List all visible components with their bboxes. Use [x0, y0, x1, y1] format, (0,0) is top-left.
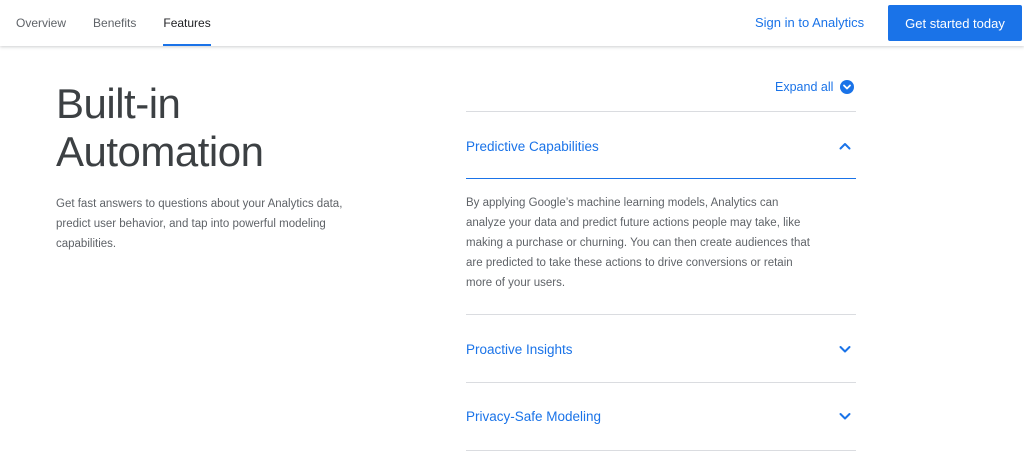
chevron-up-icon — [839, 143, 851, 150]
accordion-item-title: Proactive Insights — [466, 341, 573, 357]
expand-all-button[interactable]: Expand all — [775, 78, 855, 96]
accordion-item-predictive-capabilities[interactable]: Predictive Capabilities — [466, 136, 856, 156]
page-title-line-1: Built-in — [56, 80, 181, 127]
page-description: Get fast answers to questions about your… — [56, 198, 343, 250]
page-title-line-2: Automation — [56, 128, 264, 175]
top-navigation-bar: Overview Benefits Features Sign in to An… — [0, 0, 1024, 46]
accordion-divider — [466, 111, 856, 112]
accordion-item-proactive-insights[interactable]: Proactive Insights — [466, 339, 856, 359]
accordion-item-privacy-safe-modeling[interactable]: Privacy-Safe Modeling — [466, 406, 856, 426]
accordion-divider — [466, 382, 856, 383]
accordion-divider — [466, 450, 856, 451]
chevron-down-circle-icon — [840, 80, 855, 94]
get-started-button[interactable]: Get started today — [888, 5, 1022, 41]
sign-in-link[interactable]: Sign in to Analytics — [755, 0, 864, 46]
accordion-item-title: Predictive Capabilities — [466, 138, 599, 154]
accordion-item-title: Privacy-Safe Modeling — [466, 408, 602, 424]
accordion-item-body: By applying Google’s machine learning mo… — [466, 197, 810, 289]
expand-all-label: Expand all — [775, 80, 834, 94]
tab-benefits[interactable]: Benefits — [93, 0, 136, 46]
page-title: Built-in Automation — [56, 80, 386, 176]
tab-overview[interactable]: Overview — [16, 0, 66, 46]
tab-features[interactable]: Features — [163, 0, 212, 46]
accordion-active-divider — [466, 178, 856, 179]
chevron-down-icon — [839, 346, 851, 353]
accordion-divider — [466, 314, 856, 315]
chevron-down-icon — [839, 413, 851, 420]
section-tabs: Overview Benefits Features — [16, 0, 238, 46]
